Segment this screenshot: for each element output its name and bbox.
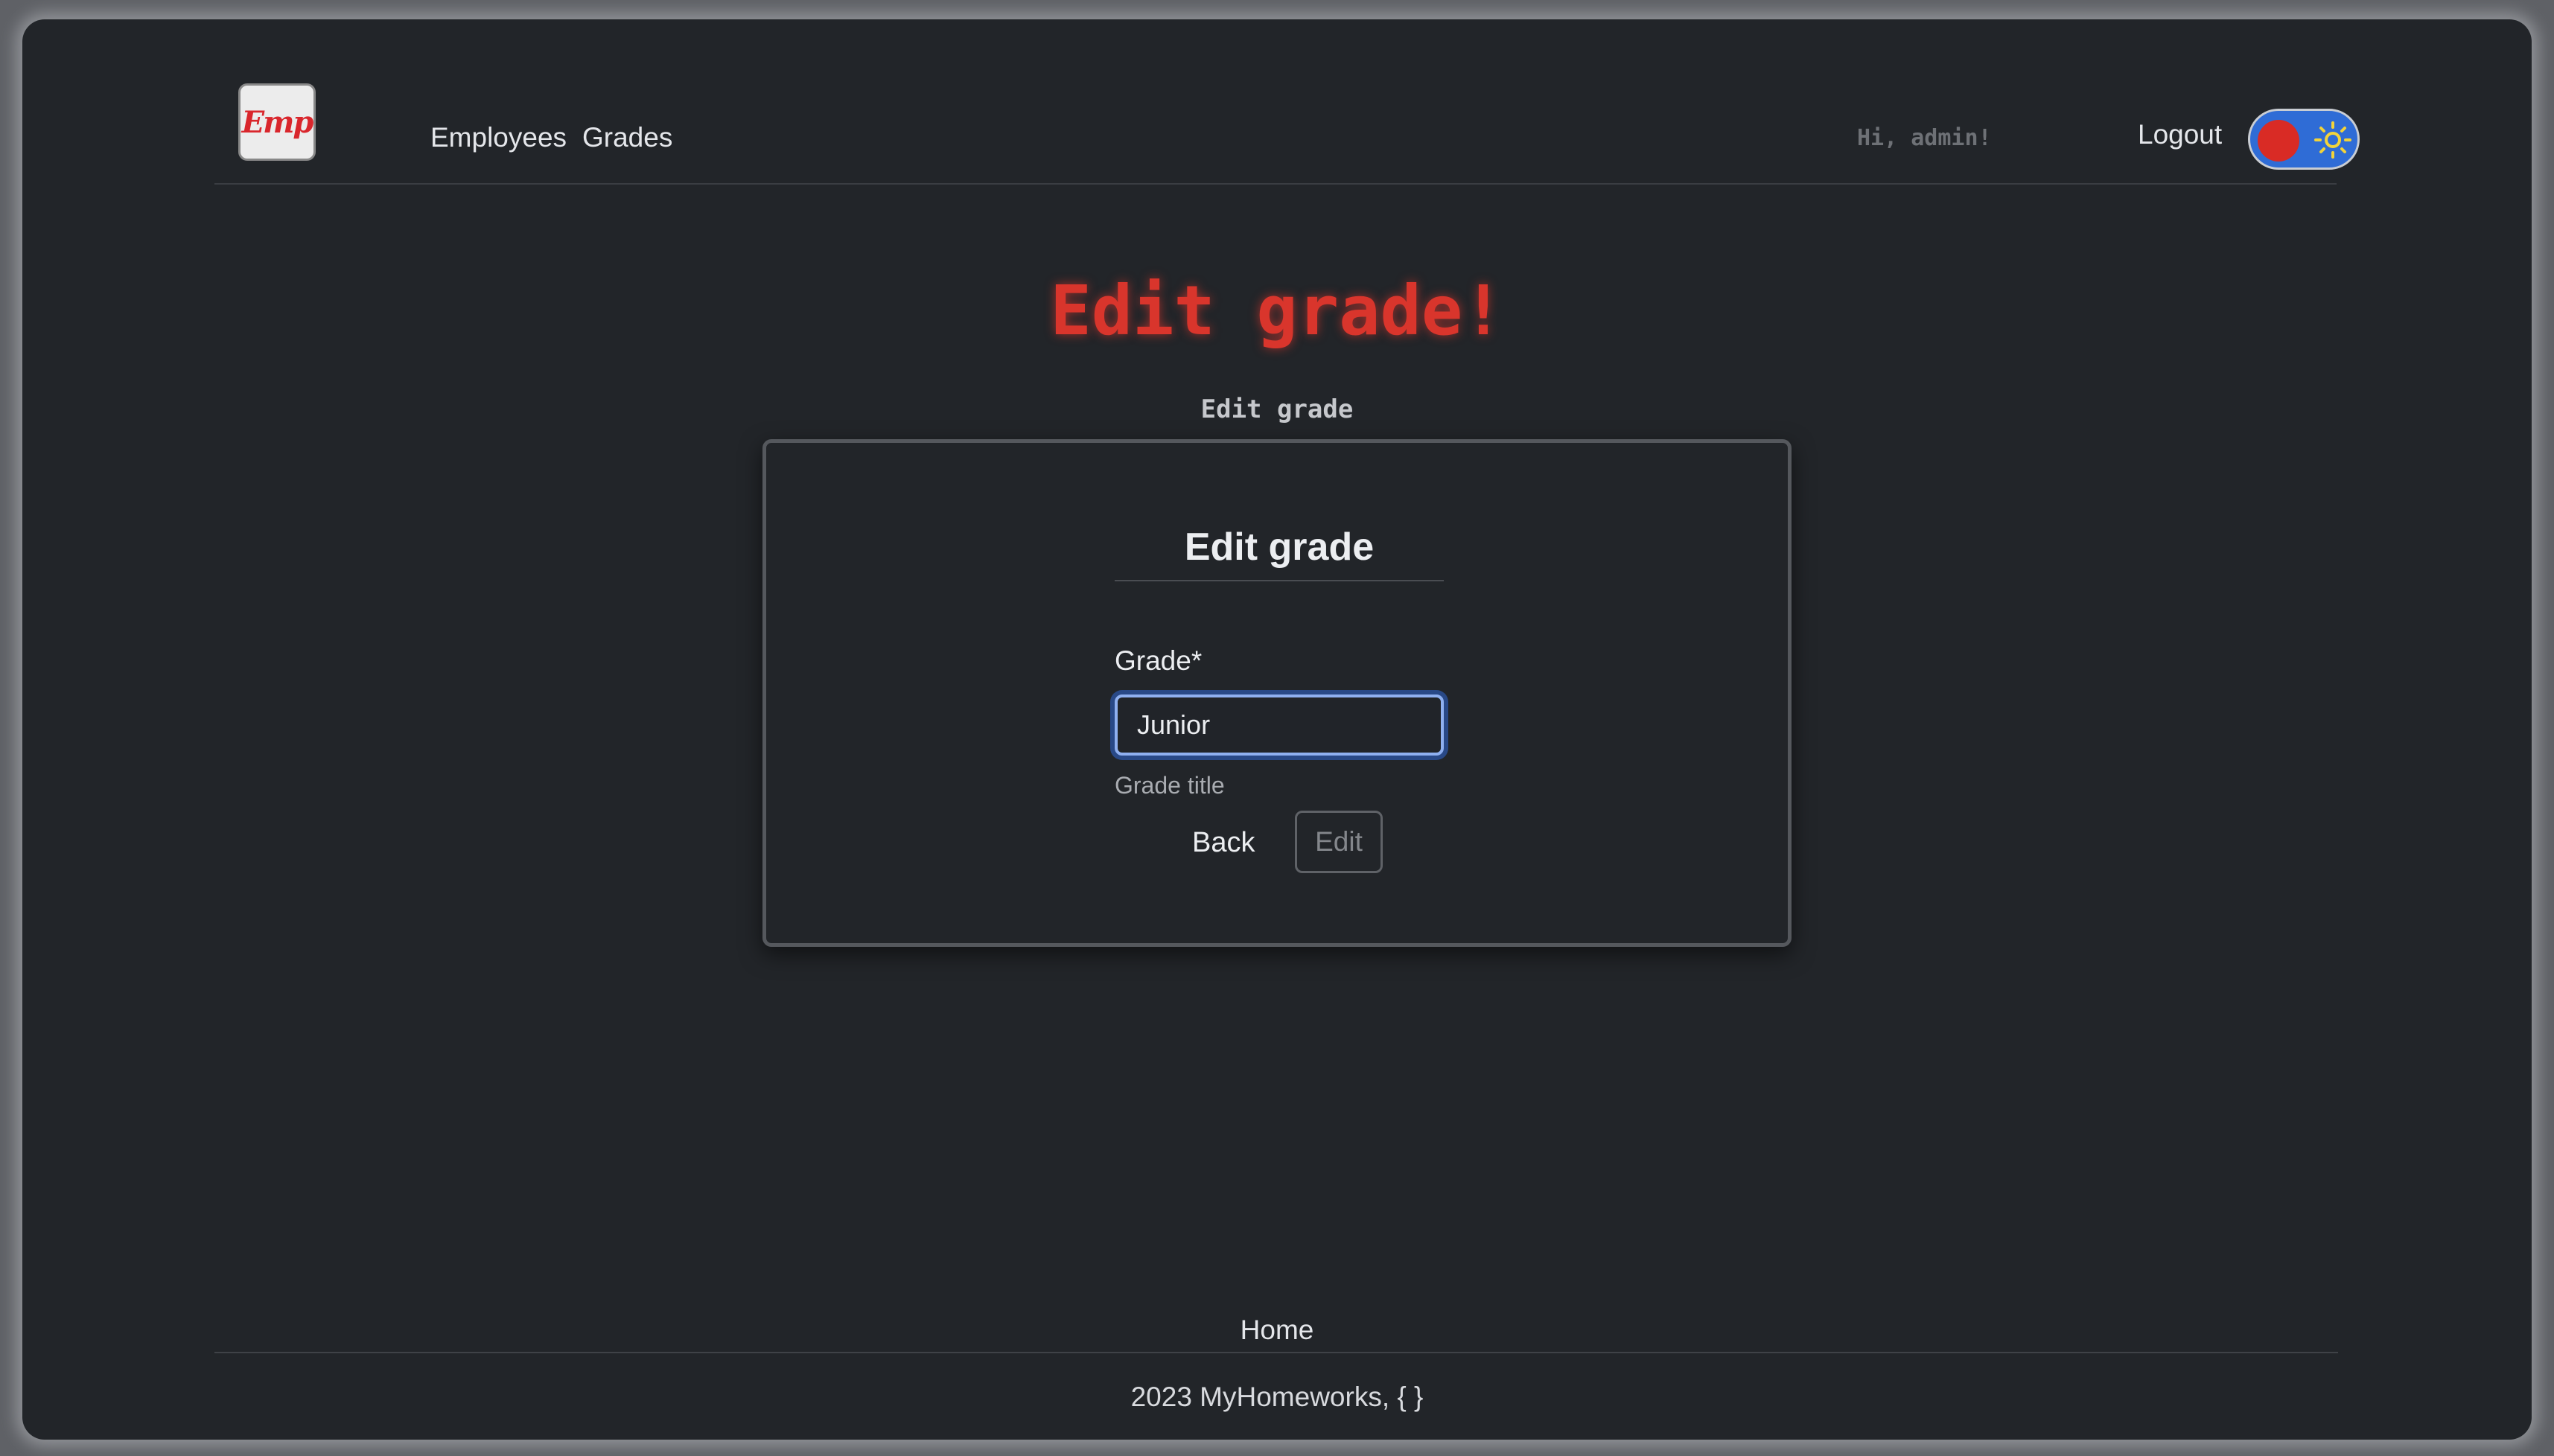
footer-copyright: 2023 MyHomeworks, { } <box>1130 1382 1424 1412</box>
logo-text: Emp <box>241 104 314 140</box>
logout-link[interactable]: Logout <box>2138 119 2222 150</box>
grade-input[interactable] <box>1115 695 1444 756</box>
nav-link-employees[interactable]: Employees <box>430 122 567 153</box>
nav-link-grades[interactable]: Grades <box>582 122 672 153</box>
form-title: Edit grade <box>1115 525 1444 581</box>
edit-submit-button[interactable]: Edit <box>1295 811 1383 873</box>
sun-icon <box>2314 121 2351 159</box>
top-navbar: Emp Employees Grades Hi, admin! Logout <box>214 49 2360 185</box>
footer-divider <box>214 1352 2338 1353</box>
page-subtitle: Edit grade <box>1200 395 1354 424</box>
grade-field-label: Grade* <box>1115 645 1203 676</box>
grade-help-text: Grade title <box>1115 772 1225 799</box>
brand-logo[interactable]: Emp <box>238 83 316 161</box>
page-title: Edit grade! <box>1050 271 1504 351</box>
user-greeting: Hi, admin! <box>1857 125 1992 151</box>
footer-home-link[interactable]: Home <box>22 1315 2532 1346</box>
theme-toggle[interactable] <box>2248 109 2360 170</box>
app-window: Emp Employees Grades Hi, admin! Logout E… <box>22 19 2532 1440</box>
toggle-knob <box>2258 120 2299 162</box>
edit-grade-form: Edit grade Grade* Grade title Back Edit <box>762 439 1792 947</box>
back-button[interactable]: Back <box>1183 821 1264 865</box>
